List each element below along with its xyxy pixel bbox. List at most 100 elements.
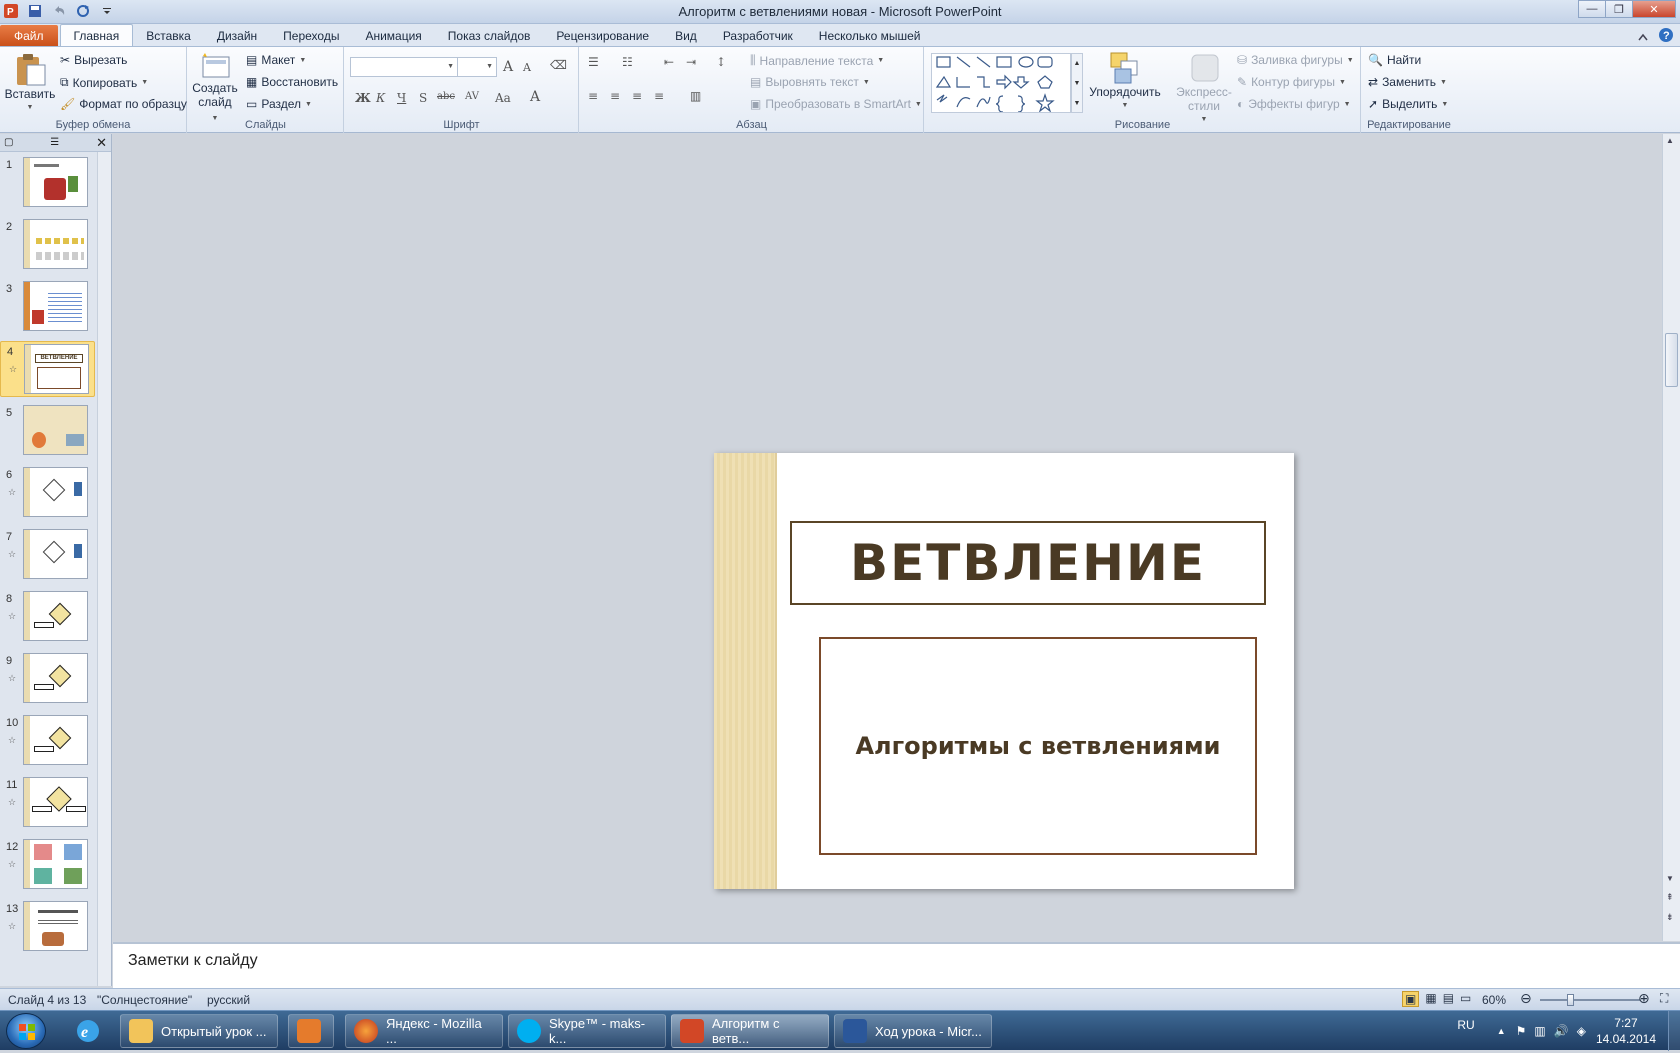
fit-to-window-icon[interactable]: ⛶ <box>1660 991 1668 1006</box>
taskbar-powerpoint[interactable]: Алгоритм с ветв... <box>671 1014 829 1048</box>
align-left-icon[interactable]: ≡ <box>588 89 598 103</box>
slide-thumbnail[interactable]: 3 <box>0 279 95 335</box>
help-icon[interactable]: ? <box>1658 27 1674 46</box>
slideshow-icon[interactable]: ▭ <box>1460 991 1471 1007</box>
copy-button[interactable]: ⧉ Копировать ▼ <box>60 75 148 90</box>
columns-icon[interactable]: ▥ <box>690 89 701 103</box>
shadow-button[interactable]: S <box>419 91 427 105</box>
tab-insert[interactable]: Вставка <box>133 25 204 47</box>
font-name-combo[interactable]: ▼ <box>350 57 458 77</box>
arrange-button[interactable]: Упорядочить ▼ <box>1087 51 1163 113</box>
slide-subtitle[interactable]: Алгоритмы с ветвлениями <box>819 637 1257 855</box>
taskbar-media-player[interactable] <box>288 1014 334 1048</box>
tab-transitions[interactable]: Переходы <box>270 25 352 47</box>
taskbar-explorer[interactable]: Открытый урок ... <box>120 1014 278 1048</box>
zoom-in-icon[interactable]: ⊕ <box>1638 990 1650 1007</box>
slide-thumbnail[interactable]: 5 <box>0 403 95 459</box>
previous-slide-icon[interactable]: ⇞ <box>1666 892 1674 903</box>
zoom-slider-thumb[interactable] <box>1567 994 1574 1006</box>
taskbar-skype[interactable]: Skype™ - maks-k... <box>508 1014 666 1048</box>
zoom-slider[interactable] <box>1540 994 1640 1006</box>
line-spacing-icon[interactable]: ↕ <box>716 55 726 69</box>
next-slide-icon[interactable]: ⇟ <box>1666 912 1674 923</box>
shrink-font-button[interactable]: A <box>523 61 531 74</box>
slide-thumbnail-selected[interactable]: 4 ☆ ВЕТВЛЕНИЕ <box>0 341 95 397</box>
slide-thumbnail[interactable]: 8 ☆ <box>0 589 95 645</box>
strikethrough-button[interactable]: abc <box>437 91 455 102</box>
shapes-gallery[interactable] <box>931 53 1071 113</box>
slide-thumbnail[interactable]: 10 ☆ <box>0 713 95 769</box>
shapes-gallery-scroll[interactable]: ▲ ▼ ▼ <box>1071 53 1083 113</box>
slide-sorter-icon[interactable]: ▦ <box>1425 991 1436 1007</box>
justify-icon[interactable]: ≡ <box>654 89 664 103</box>
restore-button[interactable]: ❐ <box>1605 0 1633 18</box>
show-desktop-button[interactable] <box>1668 1011 1680 1051</box>
change-case-button[interactable]: Aa <box>495 91 511 105</box>
tab-design[interactable]: Дизайн <box>204 25 270 47</box>
numbering-icon[interactable]: ☷ <box>622 55 633 69</box>
slide-thumbnail[interactable]: 6 ☆ <box>0 465 95 521</box>
close-button[interactable]: ✕ <box>1632 0 1676 18</box>
shape-outline-button[interactable]: ✎ Контур фигуры ▼ <box>1237 75 1346 89</box>
taskbar-word[interactable]: Ход урока - Micr... <box>834 1014 992 1048</box>
slides-tab-icon[interactable]: ▢ <box>4 137 13 148</box>
select-button[interactable]: ➚ Выделить ▼ <box>1368 97 1448 111</box>
font-color-button[interactable]: A <box>530 89 540 105</box>
bold-button[interactable]: Ж <box>355 91 371 105</box>
increase-indent-icon[interactable]: ⇥ <box>686 55 696 69</box>
internet-explorer-icon[interactable]: e <box>70 1015 106 1047</box>
update-icon[interactable]: ◈ <box>1577 1024 1586 1038</box>
scroll-thumb[interactable] <box>1665 333 1678 387</box>
decrease-indent-icon[interactable]: ⇤ <box>664 55 674 69</box>
section-button[interactable]: ▭ Раздел ▼ <box>246 97 312 111</box>
tab-review[interactable]: Рецензирование <box>543 25 662 47</box>
slide-thumbnail[interactable]: 13 ☆ <box>0 899 95 955</box>
replace-button[interactable]: ⇄ Заменить ▼ <box>1368 75 1447 89</box>
new-slide-button[interactable]: Создать слайд ▼ <box>192 51 238 126</box>
scroll-down-icon[interactable]: ▼ <box>1666 874 1674 883</box>
tab-home[interactable]: Главная <box>59 24 134 47</box>
italic-button[interactable]: К <box>376 91 385 105</box>
align-text-button[interactable]: ▤ Выровнять текст ▼ <box>750 75 870 89</box>
tab-animation[interactable]: Анимация <box>352 25 434 47</box>
flag-icon[interactable]: ⚑ <box>1516 1024 1527 1038</box>
paste-button[interactable]: Вставить ▼ <box>4 51 56 115</box>
grow-font-button[interactable]: A <box>503 59 513 75</box>
slide-thumbnail[interactable]: 2 <box>0 217 95 273</box>
notes-pane[interactable]: Заметки к слайду <box>113 942 1680 988</box>
reset-button[interactable]: ▦ Восстановить <box>246 75 338 89</box>
font-size-combo[interactable]: ▼ <box>457 57 497 77</box>
slide-thumbnail[interactable]: 12 ☆ <box>0 837 95 893</box>
start-button[interactable] <box>6 1013 46 1049</box>
zoom-out-icon[interactable]: ⊖ <box>1520 990 1532 1007</box>
slide-title[interactable]: ВЕТВЛЕНИЕ <box>790 521 1266 605</box>
slide-thumbnail[interactable]: 9 ☆ <box>0 651 95 707</box>
tab-file[interactable]: Файл <box>0 25 58 47</box>
network-icon[interactable]: ▥ <box>1534 1024 1545 1038</box>
volume-icon[interactable]: 🔊 <box>1554 1024 1569 1038</box>
vertical-scrollbar[interactable]: ▲ ▼ ⇞ ⇟ <box>1662 134 1680 941</box>
layout-button[interactable]: ▤ Макет ▼ <box>246 53 306 67</box>
reading-view-icon[interactable]: ▤ <box>1443 991 1454 1007</box>
tab-developer[interactable]: Разработчик <box>710 25 806 47</box>
clear-format-icon[interactable]: ⌫ <box>550 58 567 72</box>
text-direction-button[interactable]: ⫼ Направление текста ▼ <box>750 53 884 68</box>
taskbar-firefox[interactable]: Яндекс - Mozilla ... <box>345 1014 503 1048</box>
tab-multiple-mice[interactable]: Несколько мышей <box>806 25 934 47</box>
minimize-ribbon-icon[interactable] <box>1638 30 1648 44</box>
shape-effects-button[interactable]: ◐ Эффекты фигур ▼ <box>1237 97 1351 111</box>
slide-thumbnail[interactable]: 1 <box>0 155 95 211</box>
current-slide[interactable]: ВЕТВЛЕНИЕ Алгоритмы с ветвлениями <box>714 453 1294 889</box>
cut-button[interactable]: ✂ Вырезать <box>60 53 127 67</box>
slides-pane-scrollbar[interactable] <box>97 152 111 986</box>
shape-fill-button[interactable]: ⛁ Заливка фигуры ▼ <box>1237 53 1354 67</box>
char-spacing-button[interactable]: AV <box>465 91 479 102</box>
format-painter-button[interactable]: 🖌 Формат по образцу <box>60 97 187 111</box>
normal-view-icon[interactable]: ▣ <box>1402 991 1420 1007</box>
bullets-icon[interactable]: ☰ <box>588 55 599 69</box>
close-pane-icon[interactable]: ✕ <box>96 135 107 151</box>
minimize-button[interactable]: — <box>1578 0 1606 18</box>
quick-styles-button[interactable]: Экспресс-стили ▼ <box>1163 51 1245 127</box>
smartart-button[interactable]: ▣ Преобразовать в SmartArt ▼ <box>750 97 922 111</box>
scroll-up-icon[interactable]: ▲ <box>1666 136 1674 145</box>
